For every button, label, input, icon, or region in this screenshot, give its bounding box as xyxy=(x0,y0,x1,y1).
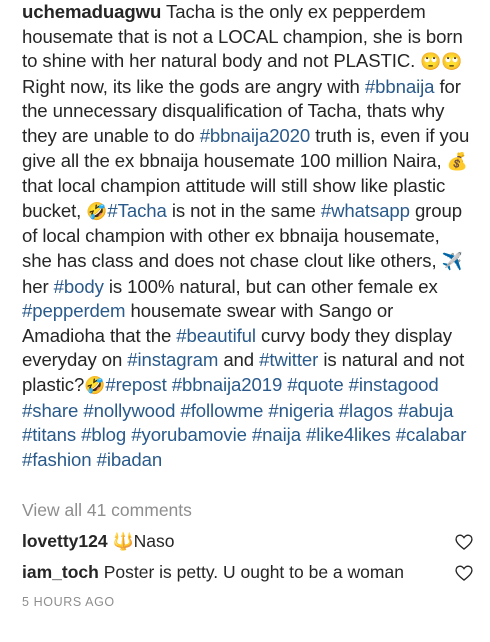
hashtag-link[interactable]: #followme xyxy=(180,400,263,421)
caption-text: and xyxy=(218,349,260,371)
hashtag-link[interactable]: #yorubamovie xyxy=(131,424,247,445)
comment-item: lovetty124 🔱Naso xyxy=(22,531,474,552)
caption-text: is 100% natural, but can other female ex xyxy=(103,275,438,297)
hashtag-link[interactable]: #instagram xyxy=(127,349,218,370)
emoji: 🤣 xyxy=(86,201,108,222)
post-timestamp: 5 HOURS AGO xyxy=(22,595,115,609)
emoji: 💰 xyxy=(446,151,468,172)
hashtag-link[interactable]: #repost xyxy=(105,374,166,395)
heart-outline-icon[interactable] xyxy=(454,532,474,552)
hashtag-link[interactable]: #beautiful xyxy=(176,325,256,346)
hashtag-link[interactable]: #bbnaija2019 xyxy=(172,374,283,395)
comment-item: iam_toch Poster is petty. U ought to be … xyxy=(22,562,474,583)
hashtag-link[interactable]: #twitter xyxy=(259,349,318,370)
comment-username[interactable]: iam_toch xyxy=(22,562,99,582)
caption-text: Right now, its like the gods are angry w… xyxy=(22,75,365,97)
hashtag-link[interactable]: #body xyxy=(54,276,104,297)
emoji: ✈️ xyxy=(441,251,463,272)
hashtag-link[interactable]: #calabar xyxy=(396,424,467,445)
caption-text: is not in the same xyxy=(166,199,321,221)
hashtag-link[interactable]: #share xyxy=(22,400,78,421)
hashtag-link[interactable]: #nollywood xyxy=(83,400,175,421)
hashtag-link[interactable]: #whatsapp xyxy=(321,200,410,221)
trident-emoji: 🔱 xyxy=(112,532,134,552)
hashtag-link[interactable]: #like4likes xyxy=(306,424,391,445)
hashtag-link[interactable]: #titans xyxy=(22,424,76,445)
caption-text: her xyxy=(22,275,54,297)
comment-text: Poster is petty. U ought to be a woman xyxy=(98,562,404,582)
hashtag-link[interactable]: #blog xyxy=(81,424,126,445)
emoji: 🤣 xyxy=(84,375,106,396)
hashtag-link[interactable]: #naija xyxy=(252,424,301,445)
hashtag-link[interactable]: #bbnaija2020 xyxy=(200,125,311,146)
hashtag-link[interactable]: #bbnaija xyxy=(365,76,435,97)
post-caption-block: uchemaduagwu Tacha is the only ex pepper… xyxy=(22,0,474,472)
hashtag-link[interactable]: #nigeria xyxy=(268,400,333,421)
hashtag-link[interactable]: #abuja xyxy=(398,400,453,421)
emoji: 🙄🙄 xyxy=(420,52,463,73)
hashtag-link[interactable]: #fashion xyxy=(22,449,92,470)
view-all-comments-link[interactable]: View all 41 comments xyxy=(22,500,192,521)
heart-outline-icon[interactable] xyxy=(454,563,474,583)
post-caption: uchemaduagwu Tacha is the only ex pepper… xyxy=(22,0,474,472)
caption-body: Tacha is the only ex pepperdem housemate… xyxy=(22,1,469,470)
hashtag-link[interactable]: #ibadan xyxy=(97,449,163,470)
hashtag-link[interactable]: #lagos xyxy=(339,400,393,421)
post-author-username[interactable]: uchemaduagwu xyxy=(22,1,161,22)
hashtag-link[interactable]: #Tacha xyxy=(107,200,166,221)
comment-username[interactable]: lovetty124 xyxy=(22,531,108,551)
hashtag-link[interactable]: #quote xyxy=(287,374,343,395)
hashtag-link[interactable]: #instagood xyxy=(349,374,439,395)
comment-text: Naso xyxy=(133,531,175,551)
hashtag-link[interactable]: #pepperdem xyxy=(22,300,126,321)
